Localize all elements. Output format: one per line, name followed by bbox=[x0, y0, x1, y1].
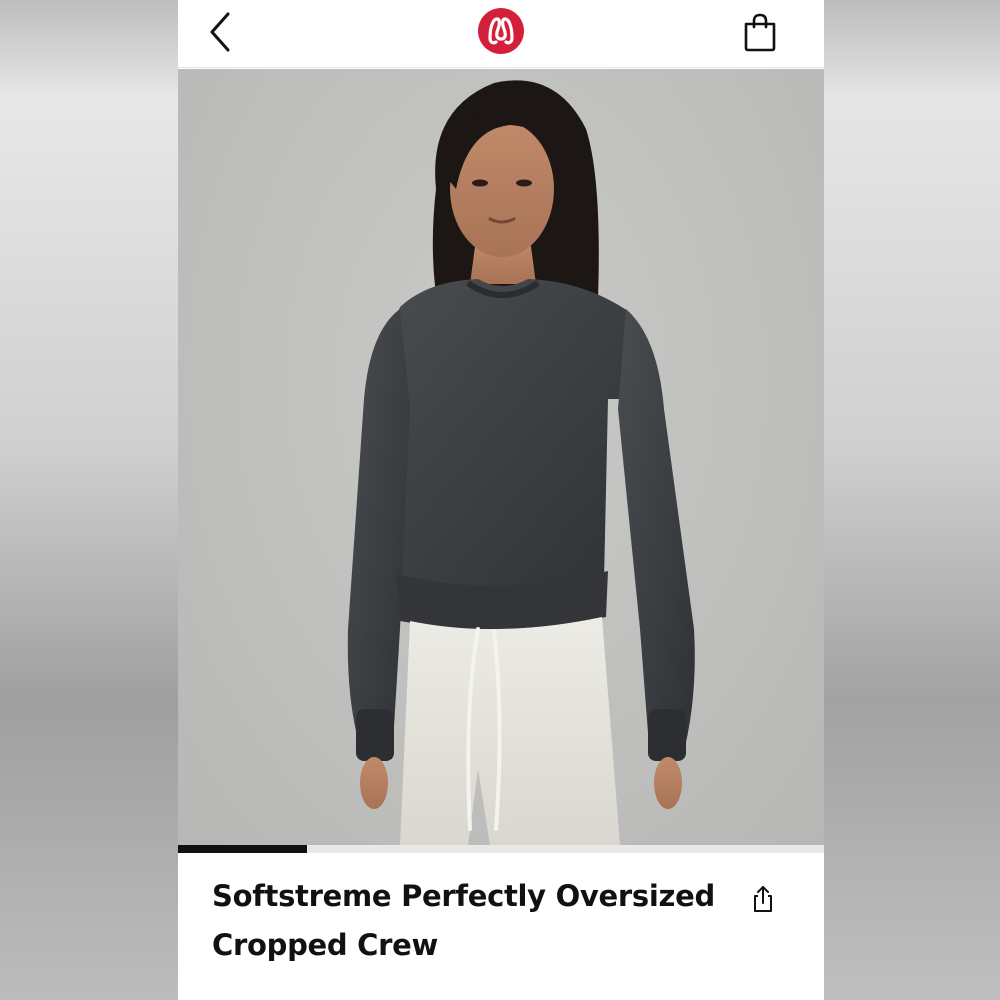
gallery-progress-bar bbox=[178, 845, 824, 853]
lululemon-logo[interactable] bbox=[476, 6, 526, 56]
product-image[interactable] bbox=[178, 69, 824, 845]
shopping-bag-icon bbox=[744, 13, 776, 52]
share-icon bbox=[754, 886, 772, 912]
shopping-bag-button[interactable] bbox=[736, 8, 784, 56]
product-title: Softstreme Perfectly Oversized Cropped C… bbox=[212, 879, 715, 962]
back-button[interactable] bbox=[200, 8, 240, 56]
product-page: Softstreme Perfectly Oversized Cropped C… bbox=[178, 0, 824, 1000]
gallery-progress-indicator bbox=[178, 845, 308, 853]
lululemon-logo-icon bbox=[478, 8, 524, 54]
background-blur-right bbox=[824, 0, 1000, 1000]
top-navigation-bar bbox=[178, 0, 824, 68]
product-photo-illustration bbox=[347, 80, 695, 845]
background-blur-left bbox=[0, 0, 178, 1000]
share-button[interactable] bbox=[746, 880, 780, 918]
chevron-left-icon bbox=[210, 12, 230, 52]
